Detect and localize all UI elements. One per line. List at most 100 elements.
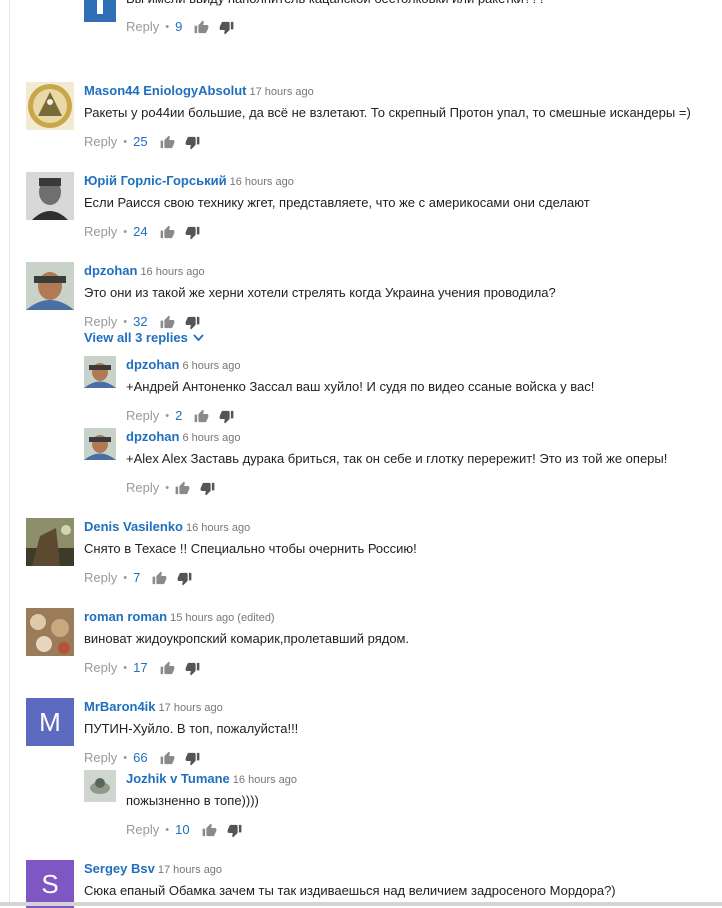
- comment-author[interactable]: MrBaron4ik: [84, 699, 156, 714]
- bottom-border: [0, 902, 722, 906]
- reply-button[interactable]: Reply: [126, 479, 159, 497]
- thumbs-down-icon[interactable]: [200, 481, 215, 496]
- like-count: 32: [133, 314, 148, 329]
- comment-text: +Alex Alex Заставь дурака бриться, так о…: [126, 451, 668, 466]
- separator-dot: •: [165, 410, 170, 422]
- reply-button[interactable]: Reply: [84, 659, 117, 677]
- comment-actions: Reply • 24: [84, 223, 716, 241]
- comment-text: пожызненно в топе)))): [126, 793, 259, 808]
- comment-text: Вы имели ввиду наполнитель кацапской бес…: [126, 0, 714, 8]
- avatar[interactable]: [26, 608, 74, 656]
- thumbs-up-icon[interactable]: [160, 315, 175, 330]
- comment-time[interactable]: 6 hours ago: [182, 432, 240, 444]
- comment-text: ПУТИН-Хуйло. В топ, пожалуйста!!!: [84, 721, 299, 736]
- comment-time[interactable]: 16 hours ago: [230, 176, 294, 188]
- separator-dot: •: [123, 316, 128, 328]
- thumbs-down-icon[interactable]: [177, 571, 192, 586]
- comment-time[interactable]: 16 hours ago: [140, 266, 204, 278]
- comment-author[interactable]: Jozhik v Tumane: [126, 771, 230, 786]
- view-all-replies-button[interactable]: View all 3 replies: [84, 330, 204, 346]
- page-left-border: [9, 0, 10, 906]
- thumbs-down-icon[interactable]: [185, 225, 200, 240]
- comment-author[interactable]: dpzohan: [84, 263, 137, 278]
- like-count: 2: [175, 408, 183, 423]
- avatar[interactable]: [84, 770, 116, 802]
- reply-button[interactable]: Reply: [84, 749, 117, 767]
- thumbs-down-icon[interactable]: [219, 409, 234, 424]
- reply-button[interactable]: Reply: [84, 133, 117, 151]
- avatar[interactable]: [84, 0, 116, 22]
- thumbs-up-icon[interactable]: [160, 661, 175, 676]
- reply-button[interactable]: Reply: [84, 313, 117, 331]
- avatar-letter: M: [39, 707, 61, 737]
- comment-text: +Андрей Антоненко Зассал ваш хуйло! И су…: [126, 379, 595, 394]
- comment-author[interactable]: dpzohan: [126, 429, 179, 444]
- comment-time[interactable]: 17 hours ago: [159, 702, 223, 714]
- avatar[interactable]: [26, 262, 74, 310]
- separator-dot: •: [165, 482, 170, 494]
- reply-button[interactable]: Reply: [126, 407, 159, 425]
- thumbs-up-icon[interactable]: [194, 409, 209, 424]
- like-count: 25: [133, 134, 148, 149]
- comment-author[interactable]: Mason44 EniologyAbsolut: [84, 83, 247, 98]
- chevron-down-icon: [193, 330, 204, 346]
- separator-dot: •: [165, 21, 170, 33]
- like-count: 9: [175, 19, 183, 34]
- comment-actions: Reply •: [126, 479, 714, 497]
- comment-author[interactable]: Denis Vasilenko: [84, 519, 183, 534]
- comment-time[interactable]: 16 hours ago: [233, 774, 297, 786]
- avatar[interactable]: [26, 172, 74, 220]
- comment-time[interactable]: 6 hours ago: [182, 360, 240, 372]
- separator-dot: •: [123, 136, 128, 148]
- comment-author[interactable]: dpzohan: [126, 357, 179, 372]
- thumbs-up-icon[interactable]: [160, 135, 175, 150]
- avatar[interactable]: [84, 356, 116, 388]
- comment-time[interactable]: 17 hours ago: [250, 86, 314, 98]
- thumbs-down-icon[interactable]: [219, 20, 234, 35]
- thumbs-down-icon[interactable]: [227, 823, 242, 838]
- comment-author[interactable]: roman roman: [84, 609, 167, 624]
- thumbs-up-icon[interactable]: [152, 571, 167, 586]
- like-count: 24: [133, 224, 148, 239]
- separator-dot: •: [123, 752, 128, 764]
- comment-actions: Reply • 66: [84, 749, 716, 767]
- avatar[interactable]: M: [26, 698, 74, 746]
- thumbs-down-icon[interactable]: [185, 315, 200, 330]
- thumbs-down-icon[interactable]: [185, 661, 200, 676]
- separator-dot: •: [123, 226, 128, 238]
- like-count: 17: [133, 660, 148, 675]
- comment-text: Снято в Техасе !! Специально чтобы очерн…: [84, 541, 417, 556]
- comment-time[interactable]: 17 hours ago: [158, 864, 222, 876]
- comment-text: виноват жидоукропский комарик,пролетавши…: [84, 631, 410, 646]
- comment-time[interactable]: 15 hours ago: [170, 612, 234, 624]
- reply-button[interactable]: Reply: [84, 223, 117, 241]
- comment-time[interactable]: 16 hours ago: [186, 522, 250, 534]
- comment-actions: Reply • 10: [126, 821, 714, 839]
- reply-button[interactable]: Reply: [126, 18, 159, 36]
- comment-actions: Reply • 7: [84, 569, 716, 587]
- like-count: 7: [133, 570, 141, 585]
- avatar-letter: S: [41, 869, 58, 899]
- avatar[interactable]: [26, 82, 74, 130]
- comment-author[interactable]: Sergey Bsv: [84, 861, 155, 876]
- separator-dot: •: [123, 572, 128, 584]
- thumbs-up-icon[interactable]: [160, 751, 175, 766]
- avatar[interactable]: [26, 518, 74, 566]
- reply-button[interactable]: Reply: [84, 569, 117, 587]
- view-all-replies-label: View all 3 replies: [84, 330, 188, 345]
- comment-text: Это они из такой же херни хотели стрелят…: [84, 285, 556, 300]
- comment-author[interactable]: Юрій Горліс-Горський: [84, 173, 227, 188]
- reply-button[interactable]: Reply: [126, 821, 159, 839]
- thumbs-up-icon[interactable]: [202, 823, 217, 838]
- avatar[interactable]: S: [26, 860, 74, 908]
- comment-actions: Reply • 25: [84, 133, 716, 151]
- comment-text: Ракеты у ро44ии большие, да всё не взлет…: [84, 105, 691, 120]
- thumbs-up-icon[interactable]: [175, 481, 190, 496]
- comment-actions: Reply • 2: [126, 407, 714, 425]
- thumbs-down-icon[interactable]: [185, 751, 200, 766]
- thumbs-down-icon[interactable]: [185, 135, 200, 150]
- avatar[interactable]: [84, 428, 116, 460]
- comment-actions: Reply • 32: [84, 313, 716, 331]
- thumbs-up-icon[interactable]: [194, 20, 209, 35]
- thumbs-up-icon[interactable]: [160, 225, 175, 240]
